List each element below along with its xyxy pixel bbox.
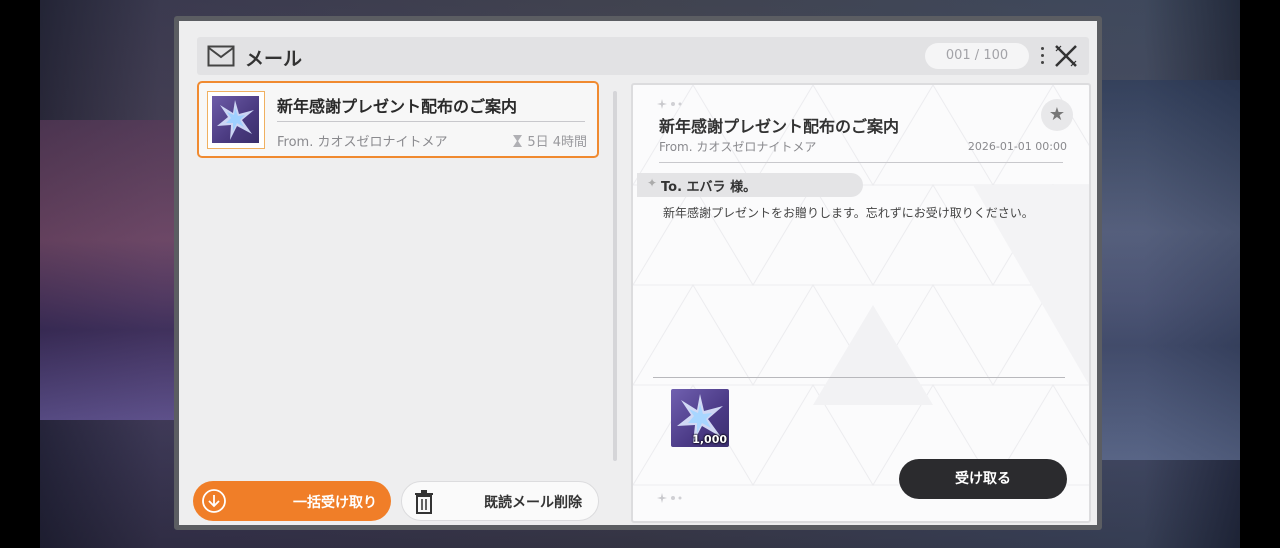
mail-icon (207, 45, 235, 67)
claim-all-button[interactable]: 一括受け取り (193, 481, 391, 521)
star-icon[interactable]: ★ (1041, 99, 1073, 131)
download-icon (202, 489, 226, 513)
mail-dialog: メール 001 / 100 新年感謝プレゼント配布のご案内 From. カオスゼ… (174, 16, 1102, 530)
mail-detail-panel: 新年感謝プレゼント配布のご案内 ★ From. カオスゼロナイトメア 2026-… (631, 83, 1091, 523)
receive-button[interactable]: 受け取る (899, 459, 1067, 499)
detail-title: 新年感謝プレゼント配布のご案内 (659, 117, 900, 136)
mail-item-sender: From. カオスゼロナイトメア (277, 135, 448, 150)
close-icon[interactable] (1053, 43, 1079, 69)
mail-item-expiry: 5日 4時間 (513, 131, 587, 150)
mail-list-item[interactable]: 新年感謝プレゼント配布のご案内 From. カオスゼロナイトメア 5日 4時間 (197, 81, 599, 158)
sparkle-decoration (657, 493, 682, 503)
trash-icon (415, 490, 433, 514)
reward-quantity: 1,000 (692, 433, 727, 446)
kebab-menu-icon[interactable] (1039, 47, 1045, 67)
mail-count-badge: 001 / 100 (925, 43, 1029, 69)
detail-body: 新年感謝プレゼントをお贈りします。忘れずにお受け取りください。 (663, 206, 1034, 220)
sparkle-decoration (657, 99, 682, 109)
delete-read-button[interactable]: 既読メール削除 (401, 481, 599, 521)
expiry-text: 5日 4時間 (527, 135, 587, 150)
delete-read-label: 既読メール削除 (484, 495, 582, 511)
crystal-item-icon (217, 100, 254, 140)
mail-item-title: 新年感謝プレゼント配布のご案内 (277, 97, 518, 116)
detail-sender: From. カオスゼロナイトメア (659, 140, 817, 154)
hourglass-icon (513, 135, 523, 147)
detail-date: 2026-01-01 00:00 (967, 140, 1067, 153)
mail-item-thumbnail (207, 91, 265, 149)
sparkle-icon: ✦ (647, 176, 658, 190)
page-title: メール (245, 48, 303, 70)
reward-item[interactable]: 1,000 (671, 389, 729, 447)
divider (659, 162, 1063, 163)
list-scrollbar[interactable] (613, 91, 617, 461)
recipient-text: To. エバラ 様。 (661, 180, 757, 195)
claim-all-label: 一括受け取り (293, 495, 377, 511)
divider (277, 121, 585, 122)
recipient-pill: ✦ To. エバラ 様。 (637, 173, 863, 197)
divider (653, 377, 1065, 378)
mail-header: メール 001 / 100 (197, 37, 1089, 75)
